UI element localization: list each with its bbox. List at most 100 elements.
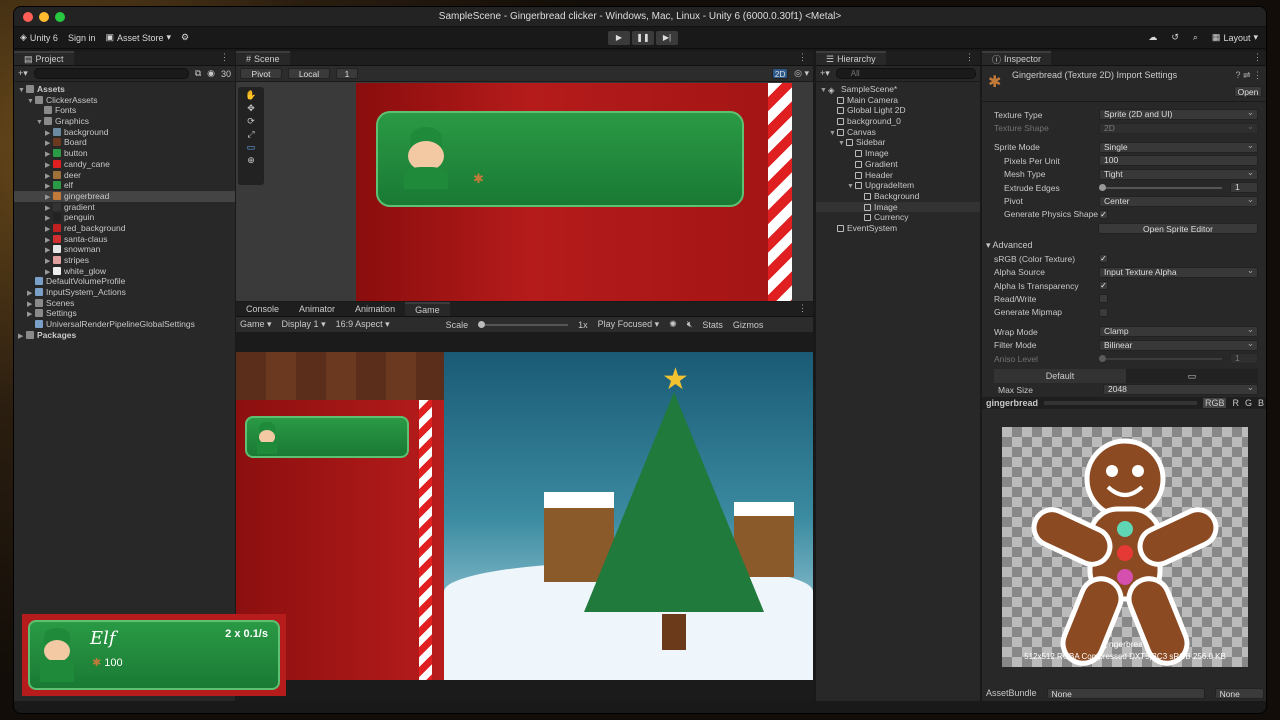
hierarchy-item[interactable]: Image [816,148,980,159]
tab-animation[interactable]: Animation [345,302,406,316]
tab-project[interactable]: ▤ Project [14,51,74,65]
project-item[interactable]: ▶ stripes [14,255,235,266]
project-item[interactable]: ▶ white_glow [14,266,235,277]
dropdown[interactable]: Sprite (2D and UI) [1099,108,1258,121]
channel-rgb-toggle[interactable]: RGB [1202,397,1227,408]
project-item[interactable]: ▶ elf [14,180,235,191]
hierarchy-item[interactable]: Gradient [816,159,980,170]
search-icon[interactable]: ⌕ [1193,32,1198,43]
game-upgrade-item[interactable] [245,416,409,458]
channel-b-toggle[interactable]: B [1258,398,1264,408]
project-item[interactable]: ▶ red_background [14,223,235,234]
hierarchy-item[interactable]: Image [816,201,980,213]
account-button[interactable]: ◈ Unity 6 [20,32,58,43]
tab-hierarchy[interactable]: ☰ Hierarchy [816,51,886,65]
dropdown[interactable]: Input Texture Alpha [1099,266,1258,278]
game-view-dropdown[interactable]: Game ▾ [240,319,272,330]
mode-2d-toggle[interactable]: 2D [772,68,789,79]
project-item[interactable]: ▶ santa-claus [14,234,235,245]
mute-icon[interactable]: 🔇︎ [687,319,693,330]
open-sprite-editor-button[interactable]: Open Sprite Editor [1098,223,1258,235]
hierarchy-item[interactable]: Currency [816,212,980,223]
monitor-icon[interactable]: ▭ [1126,369,1258,383]
pivot-dropdown[interactable]: Pivot [240,68,282,79]
hierarchy-search-input[interactable]: All [835,68,976,79]
scene-view[interactable]: ✱ [356,83,792,301]
hierarchy-item[interactable]: Background [816,191,980,202]
checkbox[interactable] [1099,307,1108,317]
play-button[interactable]: ▶ [608,30,630,45]
sign-in-button[interactable]: Sign in [68,33,96,43]
project-search-input[interactable] [33,68,189,79]
move-tool-icon[interactable]: ✥ [247,103,255,114]
scale-tool-icon[interactable]: ⤢ [247,129,254,140]
pause-button[interactable]: ❚❚ [632,30,654,45]
project-item[interactable]: ▶ gradient [14,202,235,213]
asset-bundle-dropdown[interactable]: None [1046,687,1205,699]
value-input[interactable]: 100 [1099,155,1258,167]
display-dropdown[interactable]: Display 1 ▾ [282,319,326,330]
more-icon[interactable]: ⋮ [798,52,807,63]
hierarchy-item[interactable]: Global Light 2D [816,105,980,116]
tab-scene[interactable]: # Scene [236,51,290,65]
open-button[interactable]: Open [1234,86,1262,97]
scale-slider[interactable] [478,320,569,328]
dropdown[interactable]: Center [1099,195,1258,207]
tab-game[interactable]: Game [405,302,450,316]
aspect-dropdown[interactable]: 16:9 Aspect ▾ [336,319,436,330]
project-item[interactable]: ▶ candy_cane [14,159,235,170]
project-item[interactable]: ▶ Settings [14,308,235,319]
help-icon[interactable]: ? ⇌ ⋮ [1235,70,1262,81]
add-icon[interactable]: +▾ [18,68,28,79]
project-item[interactable]: ▶ penguin [14,212,235,223]
hierarchy-item[interactable]: background_0 [816,116,980,127]
slider-value[interactable]: 1 [1230,353,1258,365]
advanced-foldout[interactable]: ▾ Advanced [982,238,1266,252]
history-icon[interactable]: ↺ [1171,32,1179,43]
dropdown[interactable]: Bilinear [1099,339,1258,351]
gizmos-icon[interactable]: ◎ ▾ [794,68,809,79]
rotate-tool-icon[interactable]: ⟳ [247,116,255,127]
more-icon[interactable]: ⋮ [965,52,974,63]
tab-console[interactable]: Console [236,302,290,316]
play-focused-dropdown[interactable]: Play Focused ▾ [598,319,660,330]
checkbox[interactable]: ✓ [1099,254,1108,264]
game-view[interactable]: ★ [236,352,813,680]
channel-r-toggle[interactable]: R [1232,398,1239,408]
gear-icon[interactable]: ⚙ [181,32,189,43]
filter-icon[interactable]: ⧉ [195,68,201,79]
dropdown[interactable]: 2D [1099,122,1258,134]
hierarchy-item[interactable]: Header [816,170,980,181]
project-item[interactable]: ▼ ClickerAssets [14,95,235,106]
hierarchy-item[interactable]: ▼◈ SampleScene* [816,84,980,95]
cloud-icon[interactable]: ☁ [1148,32,1157,43]
step-button[interactable]: ▶| [656,30,678,45]
project-item[interactable]: ▶ InputSystem_Actions [14,287,235,298]
hierarchy-item[interactable]: EventSystem [816,223,980,234]
platform-tab-default[interactable]: Default [994,369,1126,384]
local-dropdown[interactable]: Local [288,68,330,79]
add-icon[interactable]: +▾ [820,68,830,79]
project-item[interactable]: ▼ Graphics [14,116,235,127]
project-item[interactable]: ▶ Packages [14,330,235,341]
texture-preview[interactable]: gingerbread 512x512 RGBA Compressed DXT5… [1002,427,1248,667]
hierarchy-item[interactable]: ▼ Canvas [816,127,980,138]
hierarchy-item[interactable]: ▼ UpgradeItem [816,180,980,191]
transform-tool-icon[interactable]: ⊕ [247,155,255,166]
max-size-dropdown[interactable]: 2048 [1103,383,1258,396]
project-item[interactable]: ▶ background [14,127,235,138]
project-item[interactable]: ▶ gingerbread [14,190,235,202]
project-item[interactable]: ▶ button [14,148,235,159]
checkbox[interactable] [1099,294,1108,304]
checkbox[interactable]: ✓ [1099,281,1108,291]
gizmos-dropdown[interactable]: Gizmos [733,320,764,330]
channel-g-toggle[interactable]: G [1245,398,1252,408]
asset-bundle-variant-dropdown[interactable]: None [1214,687,1264,699]
slider[interactable] [1099,354,1222,362]
project-item[interactable]: DefaultVolumeProfile [14,276,235,287]
slider-value[interactable]: 1 [1230,182,1258,194]
stats-button[interactable]: Stats [702,320,723,330]
project-item[interactable]: ▶ Board [14,137,235,148]
expand-arrow-icon[interactable]: ▶ [18,332,26,343]
asset-store-button[interactable]: ▣ Asset Store ▾ [105,32,171,43]
